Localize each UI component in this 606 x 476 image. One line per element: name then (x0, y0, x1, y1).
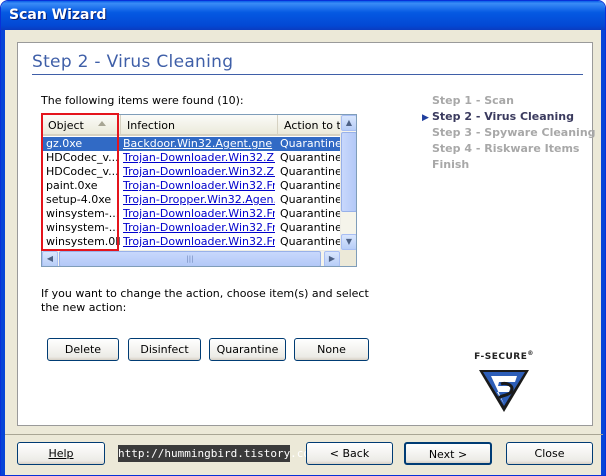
horizontal-scroll-thumb[interactable]: ||| (59, 251, 321, 266)
step-riskware-items: Step 4 - Riskware Items (422, 141, 596, 157)
row-action: Quarantine (280, 207, 340, 220)
delete-button[interactable]: Delete (47, 338, 119, 361)
highlight-box (41, 113, 119, 251)
row-action: Quarantine (280, 151, 340, 164)
scroll-down-icon[interactable]: ▼ (341, 234, 356, 250)
row-infection-link[interactable]: Trojan-Downloader.Win32.Fr... (123, 207, 275, 221)
back-button[interactable]: < Back (306, 442, 393, 465)
row-action: Quarantine (280, 221, 340, 234)
scrollbar-corner (340, 250, 356, 266)
step-spyware-cleaning: Step 3 - Spyware Cleaning (422, 125, 596, 141)
step-scan-label: Step 1 - Scan (432, 94, 514, 107)
row-action: Quarantine (280, 235, 340, 248)
f-secure-shield-icon (479, 370, 529, 412)
page-title: Step 2 - Virus Cleaning (32, 52, 234, 72)
step-virus-cleaning: ▶ Step 2 - Virus Cleaning (422, 109, 596, 125)
disinfect-button[interactable]: Disinfect (128, 338, 201, 361)
help-button-label: Help (48, 447, 74, 460)
scan-wizard-window: Scan Wizard Step 2 - Virus Cleaning The … (0, 0, 606, 476)
column-header-action[interactable]: Action to take (278, 115, 340, 134)
row-infection-link[interactable]: Trojan-Downloader.Win32.Zl... (123, 165, 275, 179)
horizontal-scrollbar[interactable]: ◀ ||| ▶ (42, 250, 340, 266)
vertical-scroll-thumb[interactable] (341, 132, 356, 212)
row-infection-link[interactable]: Trojan-Downloader.Win32.Fr... (123, 235, 275, 249)
none-button[interactable]: None (294, 338, 369, 361)
row-infection-link[interactable]: Trojan-Downloader.Win32.Fr... (123, 179, 275, 193)
scroll-up-icon[interactable]: ▲ (341, 115, 356, 131)
step-finish-label: Finish (432, 158, 470, 171)
current-step-arrow-icon: ▶ (422, 113, 429, 123)
column-infection-label: Infection (127, 119, 175, 132)
watermark-text: http://hummingbird.tistory.com (118, 445, 317, 462)
row-infection-link[interactable]: Trojan-Downloader.Win32.Zl... (123, 151, 275, 165)
next-button[interactable]: Next > (404, 442, 492, 465)
row-infection-link[interactable]: Trojan-Downloader.Win32.Fr... (123, 221, 275, 235)
wizard-steps: Step 1 - Scan ▶ Step 2 - Virus Cleaning S… (422, 93, 596, 173)
found-items-label: The following items were found (10): (41, 94, 244, 107)
logo-text: F-SECURE® (474, 350, 534, 362)
row-action: Quarantine (280, 193, 340, 206)
row-infection-link[interactable]: Backdoor.Win32.Agent.gne (123, 137, 275, 151)
window-frame-right (601, 30, 605, 475)
window-frame-left (1, 30, 5, 475)
step-virus-cleaning-label: Step 2 - Virus Cleaning (432, 110, 574, 123)
column-header-infection[interactable]: Infection (121, 115, 278, 134)
change-action-instructions: If you want to change the action, choose… (41, 287, 369, 314)
row-infection-link[interactable]: Trojan-Dropper.Win32.Agen... (123, 193, 275, 207)
row-action: Quarantine (280, 179, 340, 192)
footer-divider (5, 434, 603, 435)
vertical-scrollbar[interactable]: ▲ ▼ (340, 115, 356, 250)
step-scan: Step 1 - Scan (422, 93, 596, 109)
row-action: Quarantine (280, 137, 340, 150)
row-action: Quarantine (280, 165, 340, 178)
f-secure-logo: F-SECURE® (471, 350, 537, 412)
scroll-right-icon[interactable]: ▶ (324, 251, 340, 266)
window-title: Scan Wizard (1, 1, 605, 30)
help-button[interactable]: Help (17, 442, 105, 465)
step-finish: Finish (422, 157, 596, 173)
scroll-left-icon[interactable]: ◀ (42, 251, 58, 266)
step-riskware-items-label: Step 4 - Riskware Items (432, 142, 580, 155)
quarantine-button[interactable]: Quarantine (209, 338, 286, 361)
column-action-label: Action to take (284, 119, 340, 132)
close-button[interactable]: Close (506, 442, 593, 465)
title-divider (32, 74, 583, 75)
step-spyware-cleaning-label: Step 3 - Spyware Cleaning (432, 126, 596, 139)
